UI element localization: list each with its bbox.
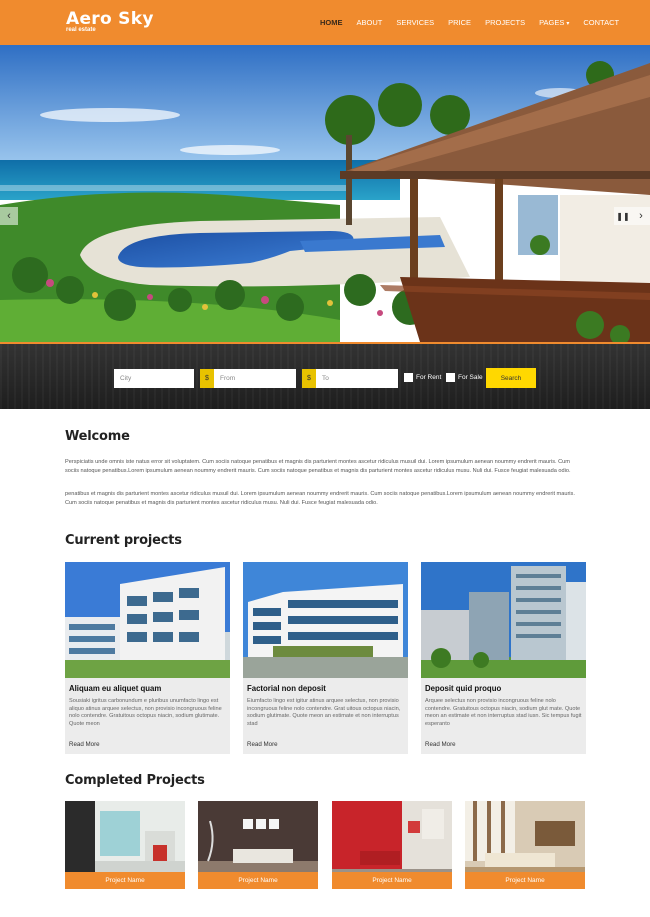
nav-pages[interactable]: PAGES ▾	[539, 18, 569, 27]
search-button[interactable]: Search	[486, 368, 536, 388]
completed-project-item[interactable]: Project Name	[198, 801, 318, 889]
project-image[interactable]	[65, 562, 230, 678]
price-from-input[interactable]: From	[214, 369, 296, 388]
nav-projects[interactable]: PROJECTS	[485, 18, 525, 27]
welcome-paragraph-2: penatibus et magnis dis parturient monte…	[65, 491, 575, 506]
for-sale-checkbox[interactable]: For Sale	[446, 373, 483, 382]
read-more-link[interactable]: Read More	[425, 741, 456, 748]
nav-price[interactable]: PRICE	[448, 18, 471, 27]
slider-prev-button[interactable]: ‹	[0, 207, 18, 225]
nav-contact[interactable]: CONTACT	[583, 18, 619, 27]
nav-services[interactable]: SERVICES	[396, 18, 434, 27]
property-search-bar: City $ From $ To For Rent For Sale Searc…	[0, 342, 650, 409]
city-input[interactable]: City	[114, 369, 194, 388]
chevron-left-icon: ‹	[7, 210, 11, 222]
nav-pages-label: PAGES	[539, 18, 565, 27]
project-description: Sousiaki igritus carbonundum e pluribus …	[69, 698, 222, 727]
project-description: Arquee selectus non provisio incongruous…	[425, 698, 582, 727]
project-title: Aliquam eu aliquet quam	[69, 684, 162, 693]
current-projects-title: Current projects	[65, 533, 182, 548]
logo[interactable]: Aero Sky real estate	[66, 10, 154, 34]
completed-projects-title: Completed Projects	[65, 773, 205, 788]
hero-slider: ‹ ❚❚ ›	[0, 45, 650, 342]
chevron-right-icon: ›	[639, 210, 643, 222]
dollar-icon: $	[200, 369, 214, 388]
project-title: Factorial non deposit	[247, 684, 326, 693]
slider-next-button[interactable]: ›	[632, 207, 650, 225]
checkbox-box	[446, 373, 455, 382]
project-name-label: Project Name	[465, 872, 585, 889]
site-header: Aero Sky real estate HOME ABOUT SERVICES…	[0, 0, 650, 45]
read-more-link[interactable]: Read More	[247, 741, 278, 748]
for-rent-label: For Rent	[416, 374, 442, 381]
from-placeholder: From	[220, 375, 236, 382]
project-image[interactable]	[421, 562, 586, 678]
slider-pause-button[interactable]: ❚❚	[614, 207, 632, 225]
project-card: Aliquam eu aliquet quam Sousiaki igritus…	[65, 562, 230, 754]
pause-icon: ❚❚	[616, 211, 630, 221]
completed-project-item[interactable]: Project Name	[65, 801, 185, 889]
to-placeholder: To	[322, 375, 329, 382]
project-name-label: Project Name	[65, 872, 185, 889]
checkbox-box	[404, 373, 413, 382]
completed-project-item[interactable]: Project Name	[465, 801, 585, 889]
caret-down-icon: ▾	[566, 21, 570, 27]
currency-symbol: $	[205, 375, 209, 382]
dollar-icon: $	[302, 369, 316, 388]
project-card: Factorial non deposit Eiumfacto lingo es…	[243, 562, 408, 754]
project-name-label: Project Name	[332, 872, 452, 889]
hero-image	[0, 45, 650, 342]
for-rent-checkbox[interactable]: For Rent	[404, 373, 441, 382]
project-description: Eiumfacto lingo est igitur atinus arquee…	[247, 698, 401, 727]
price-to-input[interactable]: To	[316, 369, 398, 388]
currency-symbol: $	[307, 375, 311, 382]
welcome-title: Welcome	[65, 429, 130, 444]
completed-project-item[interactable]: Project Name	[332, 801, 452, 889]
logo-title: Aero Sky	[66, 9, 154, 29]
project-title: Deposit quid proquo	[425, 684, 502, 693]
nav-about[interactable]: ABOUT	[357, 18, 383, 27]
project-card: Deposit quid proquo Arquee selectus non …	[421, 562, 586, 754]
nav-home[interactable]: HOME	[320, 18, 343, 27]
project-image[interactable]	[243, 562, 408, 678]
for-sale-label: For Sale	[458, 374, 483, 381]
project-name-label: Project Name	[198, 872, 318, 889]
city-placeholder: City	[120, 375, 132, 382]
welcome-paragraph-1: Perspiciatis unde omnis iste natus error…	[65, 459, 571, 474]
main-nav: HOME ABOUT SERVICES PRICE PROJECTS PAGES…	[320, 0, 633, 45]
read-more-link[interactable]: Read More	[69, 741, 100, 748]
